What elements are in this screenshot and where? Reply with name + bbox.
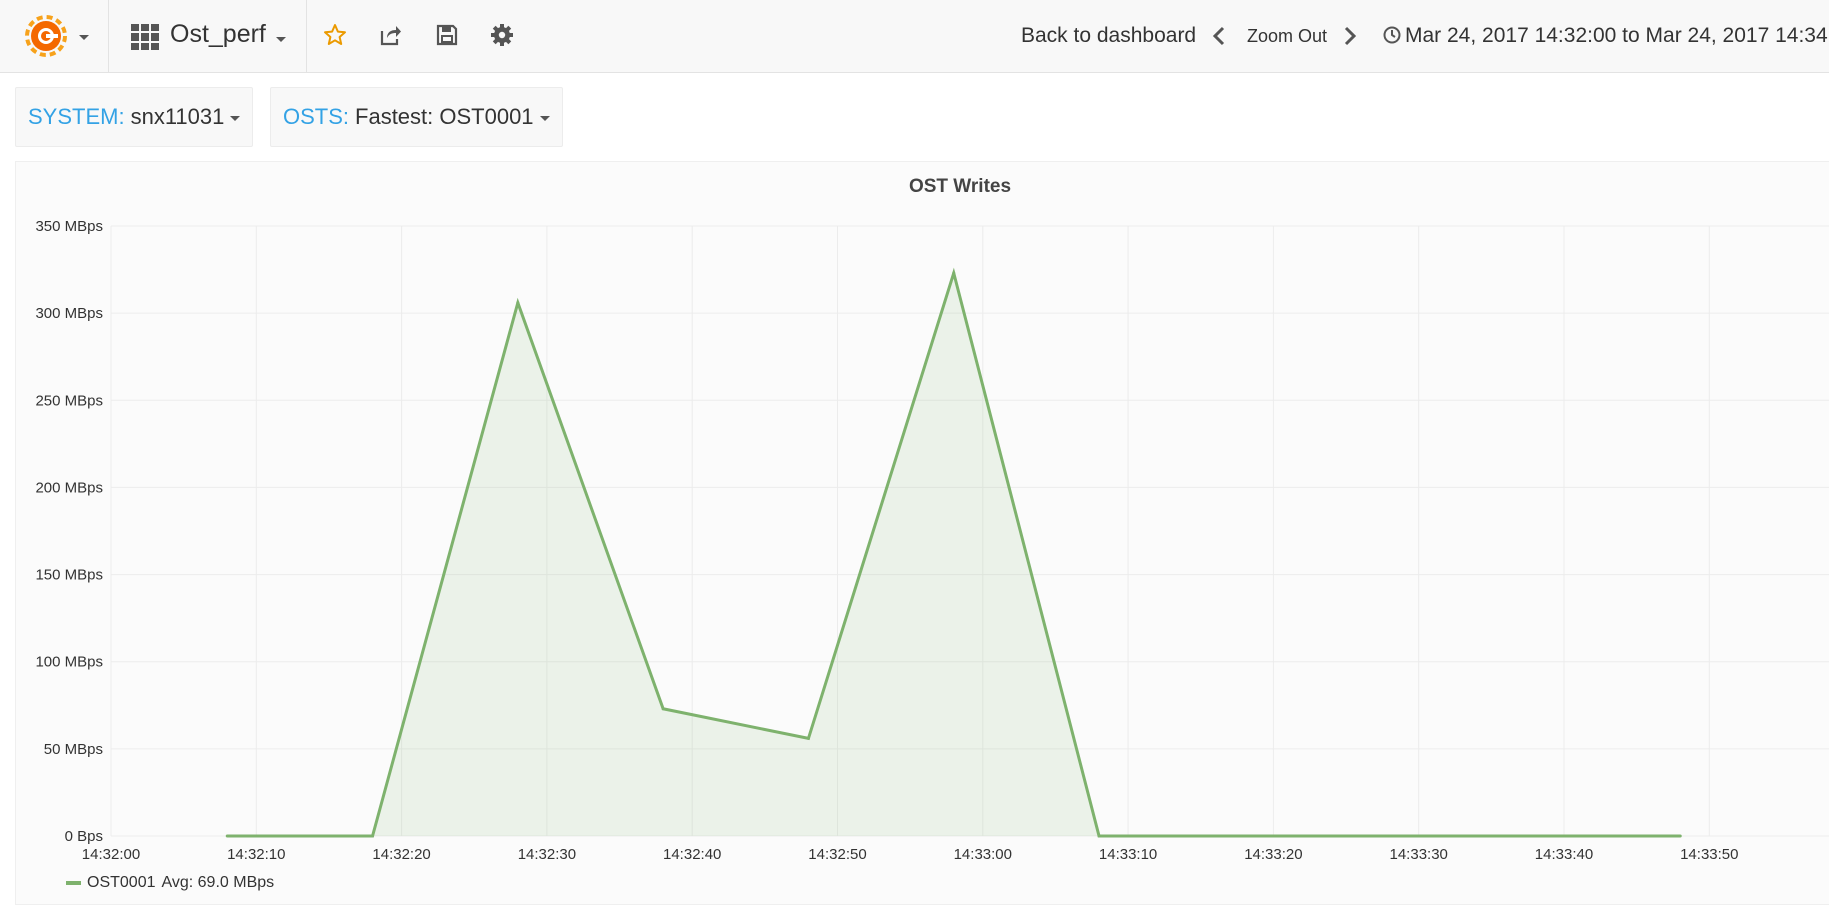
clock-icon [1383,26,1401,44]
data-point[interactable] [661,707,665,711]
x-tick-label: 14:33:40 [1535,846,1593,863]
variable-label: OSTS: [283,104,350,129]
top-navbar: Ost_perf Back to dashboard Zoom Out Mar … [0,0,1829,73]
ost-writes-chart[interactable]: 0 Bps 50 MBps 100 MBps 150 MBps 200 MBps 250 … [16,162,1829,904]
legend-series-swatch[interactable] [66,880,81,885]
x-tick-label: 14:32:00 [82,846,140,863]
data-point[interactable] [1097,834,1101,838]
chevron-left-icon[interactable] [1212,26,1226,46]
x-tick-label: 14:33:10 [1099,846,1157,863]
y-tick-label: 150 MBps [35,567,103,584]
y-tick-label: 300 MBps [35,305,103,322]
dashboard-grid-icon [131,24,159,50]
share-icon[interactable] [379,23,403,47]
y-tick-label: 50 MBps [44,741,103,758]
data-point[interactable] [1533,834,1537,838]
y-tick-label: 200 MBps [35,479,103,496]
dashboard-picker[interactable]: Ost_perf [108,0,307,72]
data-point[interactable] [1678,834,1682,838]
back-to-dashboard-link[interactable]: Back to dashboard [1021,24,1196,48]
y-tick-label: 0 Bps [65,828,103,845]
x-tick-label: 14:32:10 [227,846,285,863]
data-point[interactable] [806,736,810,740]
x-tick-label: 14:33:50 [1680,846,1738,863]
x-tick-label: 14:32:40 [663,846,721,863]
grafana-menu-button[interactable] [0,0,109,72]
y-tick-label: 250 MBps [35,392,103,409]
x-tick-label: 14:33:30 [1390,846,1448,863]
y-tick-label: 350 MBps [35,218,103,235]
data-point[interactable] [1242,834,1246,838]
variable-label: SYSTEM: [28,104,125,129]
data-point[interactable] [1388,834,1392,838]
chevron-down-icon [539,116,550,121]
save-icon[interactable] [435,23,459,47]
time-range-from: Mar 24, 2017 14:32:00 [1405,24,1617,47]
x-tick-label: 14:32:30 [518,846,576,863]
data-point[interactable] [371,834,375,838]
data-point[interactable] [225,834,229,838]
zoom-out-button[interactable]: Zoom Out [1247,26,1327,47]
time-range-to: Mar 24, 2017 14:34:00 [1645,24,1829,47]
star-icon[interactable] [323,23,347,47]
dashboard-title: Ost_perf [170,20,266,48]
time-range-separator: to [1622,24,1640,47]
legend-series-name[interactable]: OST0001 [87,874,155,891]
data-point[interactable] [516,301,520,305]
graph-panel: OST Writes 0 Bps 50 MBps 100 MBps 150 MBps 2… [15,161,1829,905]
chevron-right-icon[interactable] [1343,26,1357,46]
data-point[interactable] [952,271,956,275]
x-tick-label: 14:33:20 [1244,846,1302,863]
chevron-down-icon [276,37,286,42]
variable-value: Fastest: OST0001 [355,104,534,129]
variable-value: snx11031 [130,104,225,129]
x-tick-label: 14:32:20 [372,846,430,863]
legend: OST0001 Avg: 69.0 MBps [66,874,274,892]
series-area [227,273,1681,836]
variable-osts-picker[interactable]: OSTS: Fastest: OST0001 [270,87,563,147]
variable-system-picker[interactable]: SYSTEM: snx11031 [15,87,254,147]
chevron-down-icon [79,35,89,40]
y-tick-label: 100 MBps [35,654,103,671]
chevron-down-icon [230,116,241,121]
time-range-picker[interactable]: Mar 24, 2017 14:32:00 to Mar 24, 2017 14… [1383,24,1829,48]
settings-gear-icon[interactable] [490,23,514,47]
legend-series-avg: Avg: 69.0 MBps [161,874,275,891]
x-tick-label: 14:32:50 [808,846,866,863]
x-tick-label: 14:33:00 [954,846,1012,863]
grafana-logo-icon [25,15,67,57]
